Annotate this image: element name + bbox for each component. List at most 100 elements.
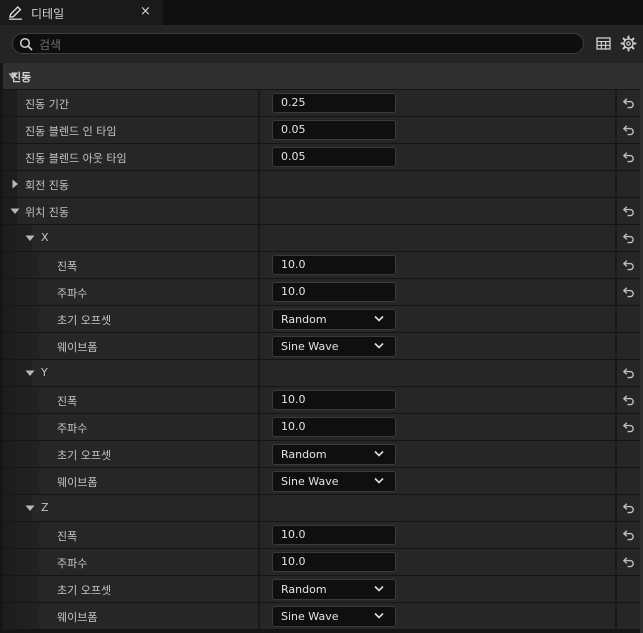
reset-to-default-icon[interactable]: [622, 367, 635, 379]
property-name-cell: 주파수: [3, 549, 256, 575]
numeric-value-field[interactable]: 10.0: [272, 390, 396, 410]
reset-cell: [615, 387, 642, 413]
property-value-cell: 10.0: [258, 522, 615, 548]
dropdown-select[interactable]: Sine Wave: [272, 471, 396, 492]
indent-guide: [3, 117, 17, 143]
chevron-down-icon: [374, 612, 384, 619]
reset-to-default-icon[interactable]: [622, 286, 635, 298]
property-row: 진동 블렌드 아웃 타임 0.05: [3, 144, 640, 171]
reset-to-default-icon[interactable]: [622, 124, 635, 136]
property-row: 진폭 10.0: [3, 387, 640, 414]
property-value-cell: [258, 171, 615, 197]
reset-to-default-icon[interactable]: [622, 205, 635, 217]
property-row: 초기 오프셋 Random: [3, 576, 640, 603]
indent-guide: [3, 144, 17, 170]
property-label: 위치 진동: [25, 206, 69, 219]
property-label: 웨이브폼: [57, 341, 98, 354]
tab-bar: 디테일 ×: [0, 0, 643, 25]
search-box[interactable]: [12, 33, 584, 54]
property-row: 주파수 10.0: [3, 414, 640, 441]
property-row: 주파수 10.0: [3, 549, 640, 576]
collapsed-arrow-icon[interactable]: [10, 179, 20, 189]
indent-guide: [32, 414, 39, 440]
property-name-cell[interactable]: Z: [3, 495, 256, 521]
reset-to-default-icon[interactable]: [622, 259, 635, 271]
table-view-icon[interactable]: [595, 35, 612, 52]
search-input[interactable]: [37, 35, 571, 54]
property-row: X: [3, 225, 640, 252]
indent-guide: [3, 387, 17, 413]
property-name-cell: 진동 기간: [3, 90, 256, 116]
expanded-arrow-icon[interactable]: [25, 503, 35, 513]
property-label: X: [41, 231, 49, 244]
indent-guide: [17, 252, 32, 278]
numeric-value-field[interactable]: 10.0: [272, 552, 396, 572]
property-name-cell[interactable]: 위치 진동: [3, 198, 256, 224]
details-tab[interactable]: 디테일 ×: [0, 0, 163, 25]
property-name-cell[interactable]: 진동: [3, 63, 256, 89]
dropdown-selected-value: Sine Wave: [281, 475, 339, 488]
dropdown-selected-value: Random: [281, 313, 327, 326]
reset-to-default-icon[interactable]: [622, 502, 635, 514]
property-name-cell: 진동 블렌드 아웃 타임: [3, 144, 256, 170]
expanded-arrow-icon[interactable]: [25, 368, 35, 378]
reset-to-default-icon[interactable]: [622, 232, 635, 244]
indent-guide: [32, 333, 39, 359]
property-name-cell: 웨이브폼: [3, 468, 256, 494]
reset-to-default-icon[interactable]: [622, 421, 635, 433]
property-name-cell[interactable]: Y: [3, 360, 256, 386]
dropdown-select[interactable]: Random: [272, 309, 396, 330]
property-row: 웨이브폼 Sine Wave: [3, 468, 640, 495]
reset-cell: [615, 198, 642, 224]
gear-icon[interactable]: [620, 35, 637, 52]
property-row: Z: [3, 495, 640, 522]
category-row: 진동: [3, 63, 640, 90]
indent-guide: [17, 603, 32, 629]
numeric-value-field[interactable]: 10.0: [272, 417, 396, 437]
numeric-value-field[interactable]: 10.0: [272, 255, 396, 275]
numeric-value-field[interactable]: 10.0: [272, 525, 396, 545]
property-value-cell: Sine Wave: [258, 333, 615, 359]
numeric-value-field[interactable]: 0.05: [272, 147, 396, 167]
property-label: 초기 오프셋: [57, 314, 112, 327]
reset-cell: [615, 225, 642, 251]
dropdown-select[interactable]: Sine Wave: [272, 606, 396, 627]
chevron-down-icon: [374, 315, 384, 322]
property-value-cell: 10.0: [258, 252, 615, 278]
indent-guide: [3, 468, 17, 494]
dropdown-select[interactable]: Random: [272, 579, 396, 600]
property-name-cell: 웨이브폼: [3, 603, 256, 629]
property-value-cell: Random: [258, 306, 615, 332]
property-name-cell[interactable]: X: [3, 225, 256, 251]
reset-cell: [615, 171, 642, 197]
reset-cell: [615, 144, 642, 170]
expanded-arrow-icon[interactable]: [10, 206, 20, 216]
indent-guide: [32, 279, 39, 305]
property-label: Z: [41, 501, 49, 514]
dropdown-select[interactable]: Random: [272, 444, 396, 465]
indent-guide: [32, 549, 39, 575]
indent-guide: [32, 387, 39, 413]
property-name-cell: 진폭: [3, 522, 256, 548]
reset-cell: [615, 252, 642, 278]
reset-to-default-icon[interactable]: [622, 556, 635, 568]
reset-to-default-icon[interactable]: [622, 97, 635, 109]
reset-cell: [615, 495, 642, 521]
dropdown-selected-value: Sine Wave: [281, 610, 339, 623]
dropdown-selected-value: Sine Wave: [281, 340, 339, 353]
chevron-down-icon: [374, 477, 384, 484]
numeric-value-field[interactable]: 0.25: [272, 93, 396, 113]
reset-to-default-icon[interactable]: [622, 151, 635, 163]
numeric-value-field[interactable]: 0.05: [272, 120, 396, 140]
property-name-cell[interactable]: 회전 진동: [3, 171, 256, 197]
numeric-value-field[interactable]: 10.0: [272, 282, 396, 302]
reset-to-default-icon[interactable]: [622, 529, 635, 541]
property-row: 회전 진동: [3, 171, 640, 198]
property-label: 진폭: [57, 260, 78, 273]
chevron-down-icon: [374, 450, 384, 457]
indent-guide: [17, 387, 32, 413]
dropdown-select[interactable]: Sine Wave: [272, 336, 396, 357]
reset-to-default-icon[interactable]: [622, 394, 635, 406]
expanded-arrow-icon[interactable]: [25, 233, 35, 243]
close-tab-button[interactable]: ×: [140, 4, 151, 19]
